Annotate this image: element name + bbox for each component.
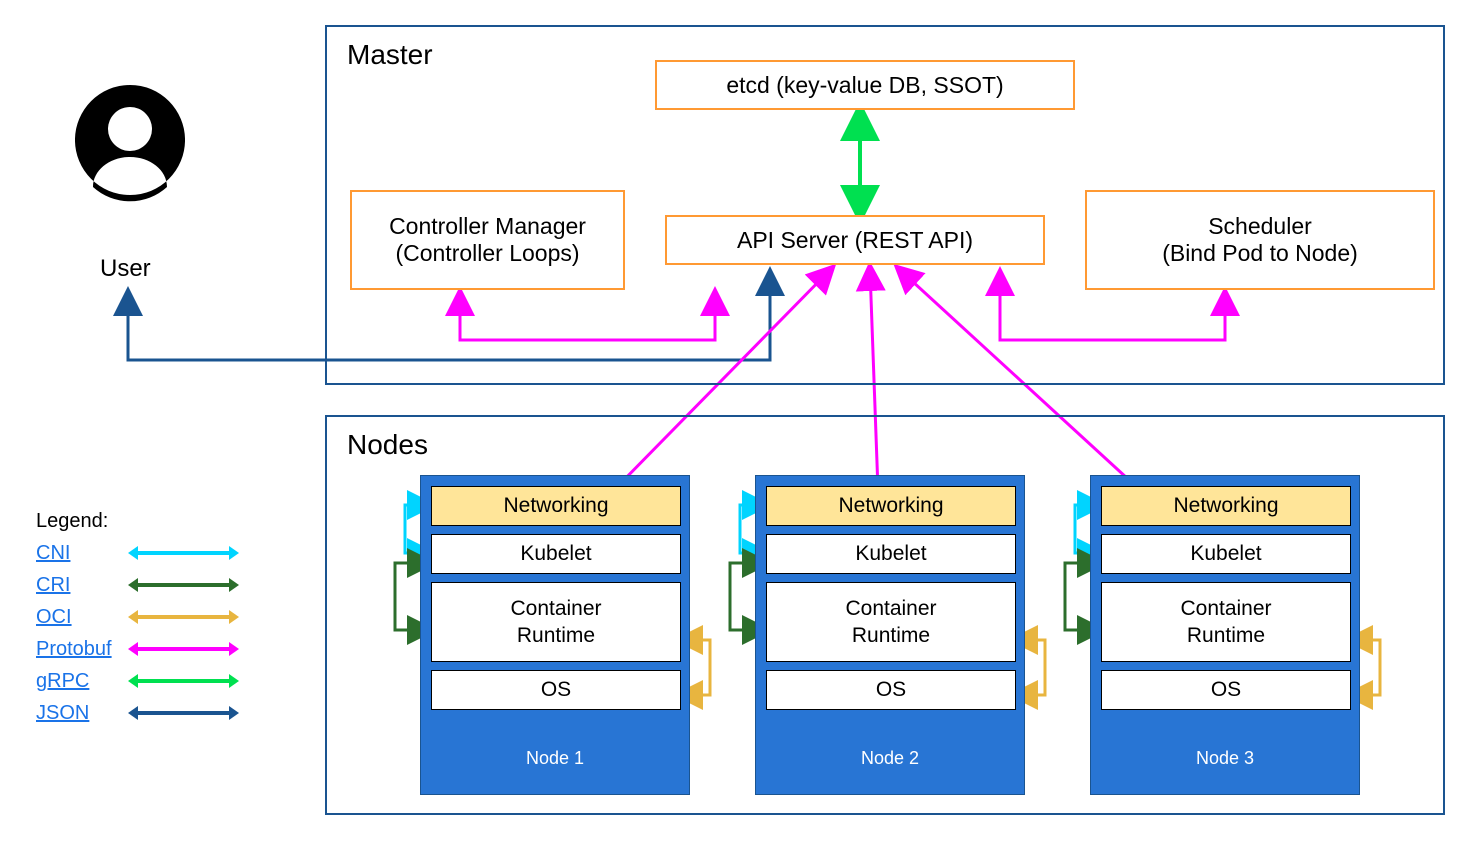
etcd-box: etcd (key-value DB, SSOT): [655, 60, 1075, 110]
legend-arrow-grpc: [136, 679, 231, 683]
node-3-networking: Networking: [1101, 486, 1351, 526]
node-3-container-runtime: Container Runtime: [1101, 582, 1351, 662]
legend-arrow-cni: [136, 551, 231, 555]
node-3: Networking Kubelet Container Runtime OS …: [1090, 475, 1360, 795]
controller-manager-box: Controller Manager (Controller Loops): [350, 190, 625, 290]
legend-row-grpc: gRPC: [36, 665, 231, 697]
nodes-title: Nodes: [347, 429, 428, 461]
node-2-kubelet: Kubelet: [766, 534, 1016, 574]
node-1-name: Node 1: [421, 748, 689, 769]
node-2-networking: Networking: [766, 486, 1016, 526]
node-2-container-runtime: Container Runtime: [766, 582, 1016, 662]
node-3-name: Node 3: [1091, 748, 1359, 769]
node-3-os: OS: [1101, 670, 1351, 710]
master-title: Master: [347, 39, 433, 71]
legend-title: Legend:: [36, 505, 231, 537]
legend-link-cni[interactable]: CNI: [36, 537, 136, 569]
legend-row-json: JSON: [36, 697, 231, 729]
legend-link-json[interactable]: JSON: [36, 697, 136, 729]
legend: Legend: CNI CRI OCI Protobuf gRPC JSON: [36, 505, 231, 729]
legend-link-oci[interactable]: OCI: [36, 601, 136, 633]
legend-arrow-json: [136, 711, 231, 715]
legend-row-cni: CNI: [36, 537, 231, 569]
legend-row-cri: CRI: [36, 569, 231, 601]
node-2-os: OS: [766, 670, 1016, 710]
legend-arrow-protobuf: [136, 647, 231, 651]
controller-manager-line1: Controller Manager: [389, 213, 586, 240]
scheduler-line2: (Bind Pod to Node): [1162, 240, 1358, 267]
node-3-kubelet: Kubelet: [1101, 534, 1351, 574]
node-1-os: OS: [431, 670, 681, 710]
node-2-name: Node 2: [756, 748, 1024, 769]
scheduler-line1: Scheduler: [1208, 213, 1312, 240]
controller-manager-line2: (Controller Loops): [395, 240, 579, 267]
legend-link-grpc[interactable]: gRPC: [36, 665, 136, 697]
legend-row-oci: OCI: [36, 601, 231, 633]
scheduler-box: Scheduler (Bind Pod to Node): [1085, 190, 1435, 290]
legend-link-cri[interactable]: CRI: [36, 569, 136, 601]
node-2: Networking Kubelet Container Runtime OS …: [755, 475, 1025, 795]
legend-arrow-oci: [136, 615, 231, 619]
node-1-networking: Networking: [431, 486, 681, 526]
node-1-container-runtime: Container Runtime: [431, 582, 681, 662]
user-label: User: [100, 255, 151, 283]
legend-arrow-cri: [136, 583, 231, 587]
legend-link-protobuf[interactable]: Protobuf: [36, 633, 136, 665]
node-1-kubelet: Kubelet: [431, 534, 681, 574]
node-1: Networking Kubelet Container Runtime OS …: [420, 475, 690, 795]
user-icon: [75, 85, 185, 240]
api-server-box: API Server (REST API): [665, 215, 1045, 265]
legend-row-protobuf: Protobuf: [36, 633, 231, 665]
